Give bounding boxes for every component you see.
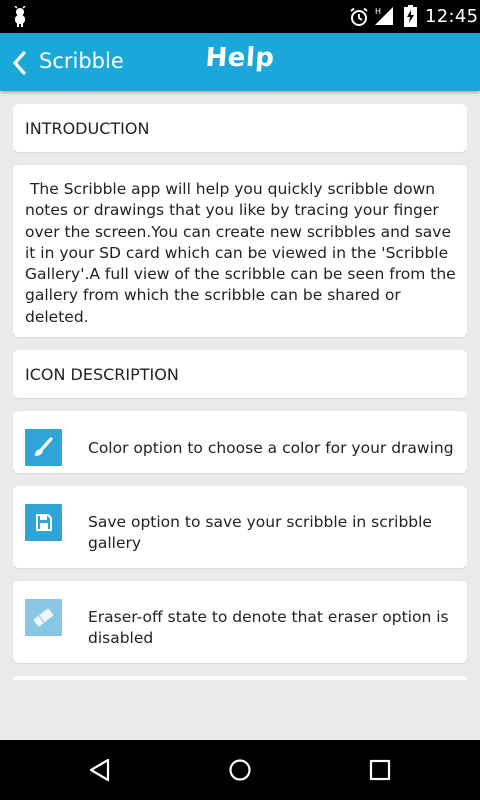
introduction-card: The Scribble app will help you quickly s… — [13, 165, 467, 337]
app-bar: Scribble Help — [0, 33, 480, 91]
partial-card — [13, 676, 467, 680]
home-nav-icon — [229, 759, 251, 781]
recents-nav-button[interactable] — [350, 750, 410, 790]
home-nav-button[interactable] — [210, 750, 270, 790]
save-icon — [25, 504, 62, 541]
brush-icon — [25, 429, 62, 466]
icon-item-save: Save option to save your scribble in scr… — [13, 486, 467, 568]
icon-item-eraser: Eraser-off state to denote that eraser o… — [13, 581, 467, 663]
alarm-icon — [350, 7, 368, 26]
signal-icon: H — [375, 7, 393, 25]
icon-item-text: Color option to choose a color for your … — [88, 439, 454, 457]
debug-icon — [14, 6, 26, 27]
recents-nav-icon — [369, 759, 391, 781]
introduction-text: The Scribble app will help you quickly s… — [25, 180, 461, 326]
signal-label: H — [375, 7, 381, 16]
help-content[interactable]: INTRODUCTION The Scribble app will help … — [0, 91, 480, 740]
page-title: Help — [204, 43, 276, 73]
status-clock: 12:45 — [425, 6, 479, 27]
battery-icon — [404, 5, 417, 27]
icon-description-heading-card: ICON DESCRIPTION — [13, 350, 467, 398]
icon-item-text: Eraser-off state to denote that eraser o… — [88, 608, 449, 647]
introduction-heading-card: INTRODUCTION — [13, 104, 467, 152]
icon-description-heading: ICON DESCRIPTION — [25, 365, 179, 384]
back-nav-icon — [89, 758, 110, 782]
status-bar: H 12:45 — [0, 0, 480, 33]
back-nav-button[interactable] — [70, 750, 130, 790]
navigation-bar — [0, 740, 480, 800]
icon-item-text: Save option to save your scribble in scr… — [88, 513, 432, 552]
introduction-heading: INTRODUCTION — [25, 119, 150, 138]
eraser-icon — [25, 599, 62, 636]
icon-item-color: Color option to choose a color for your … — [13, 411, 467, 473]
